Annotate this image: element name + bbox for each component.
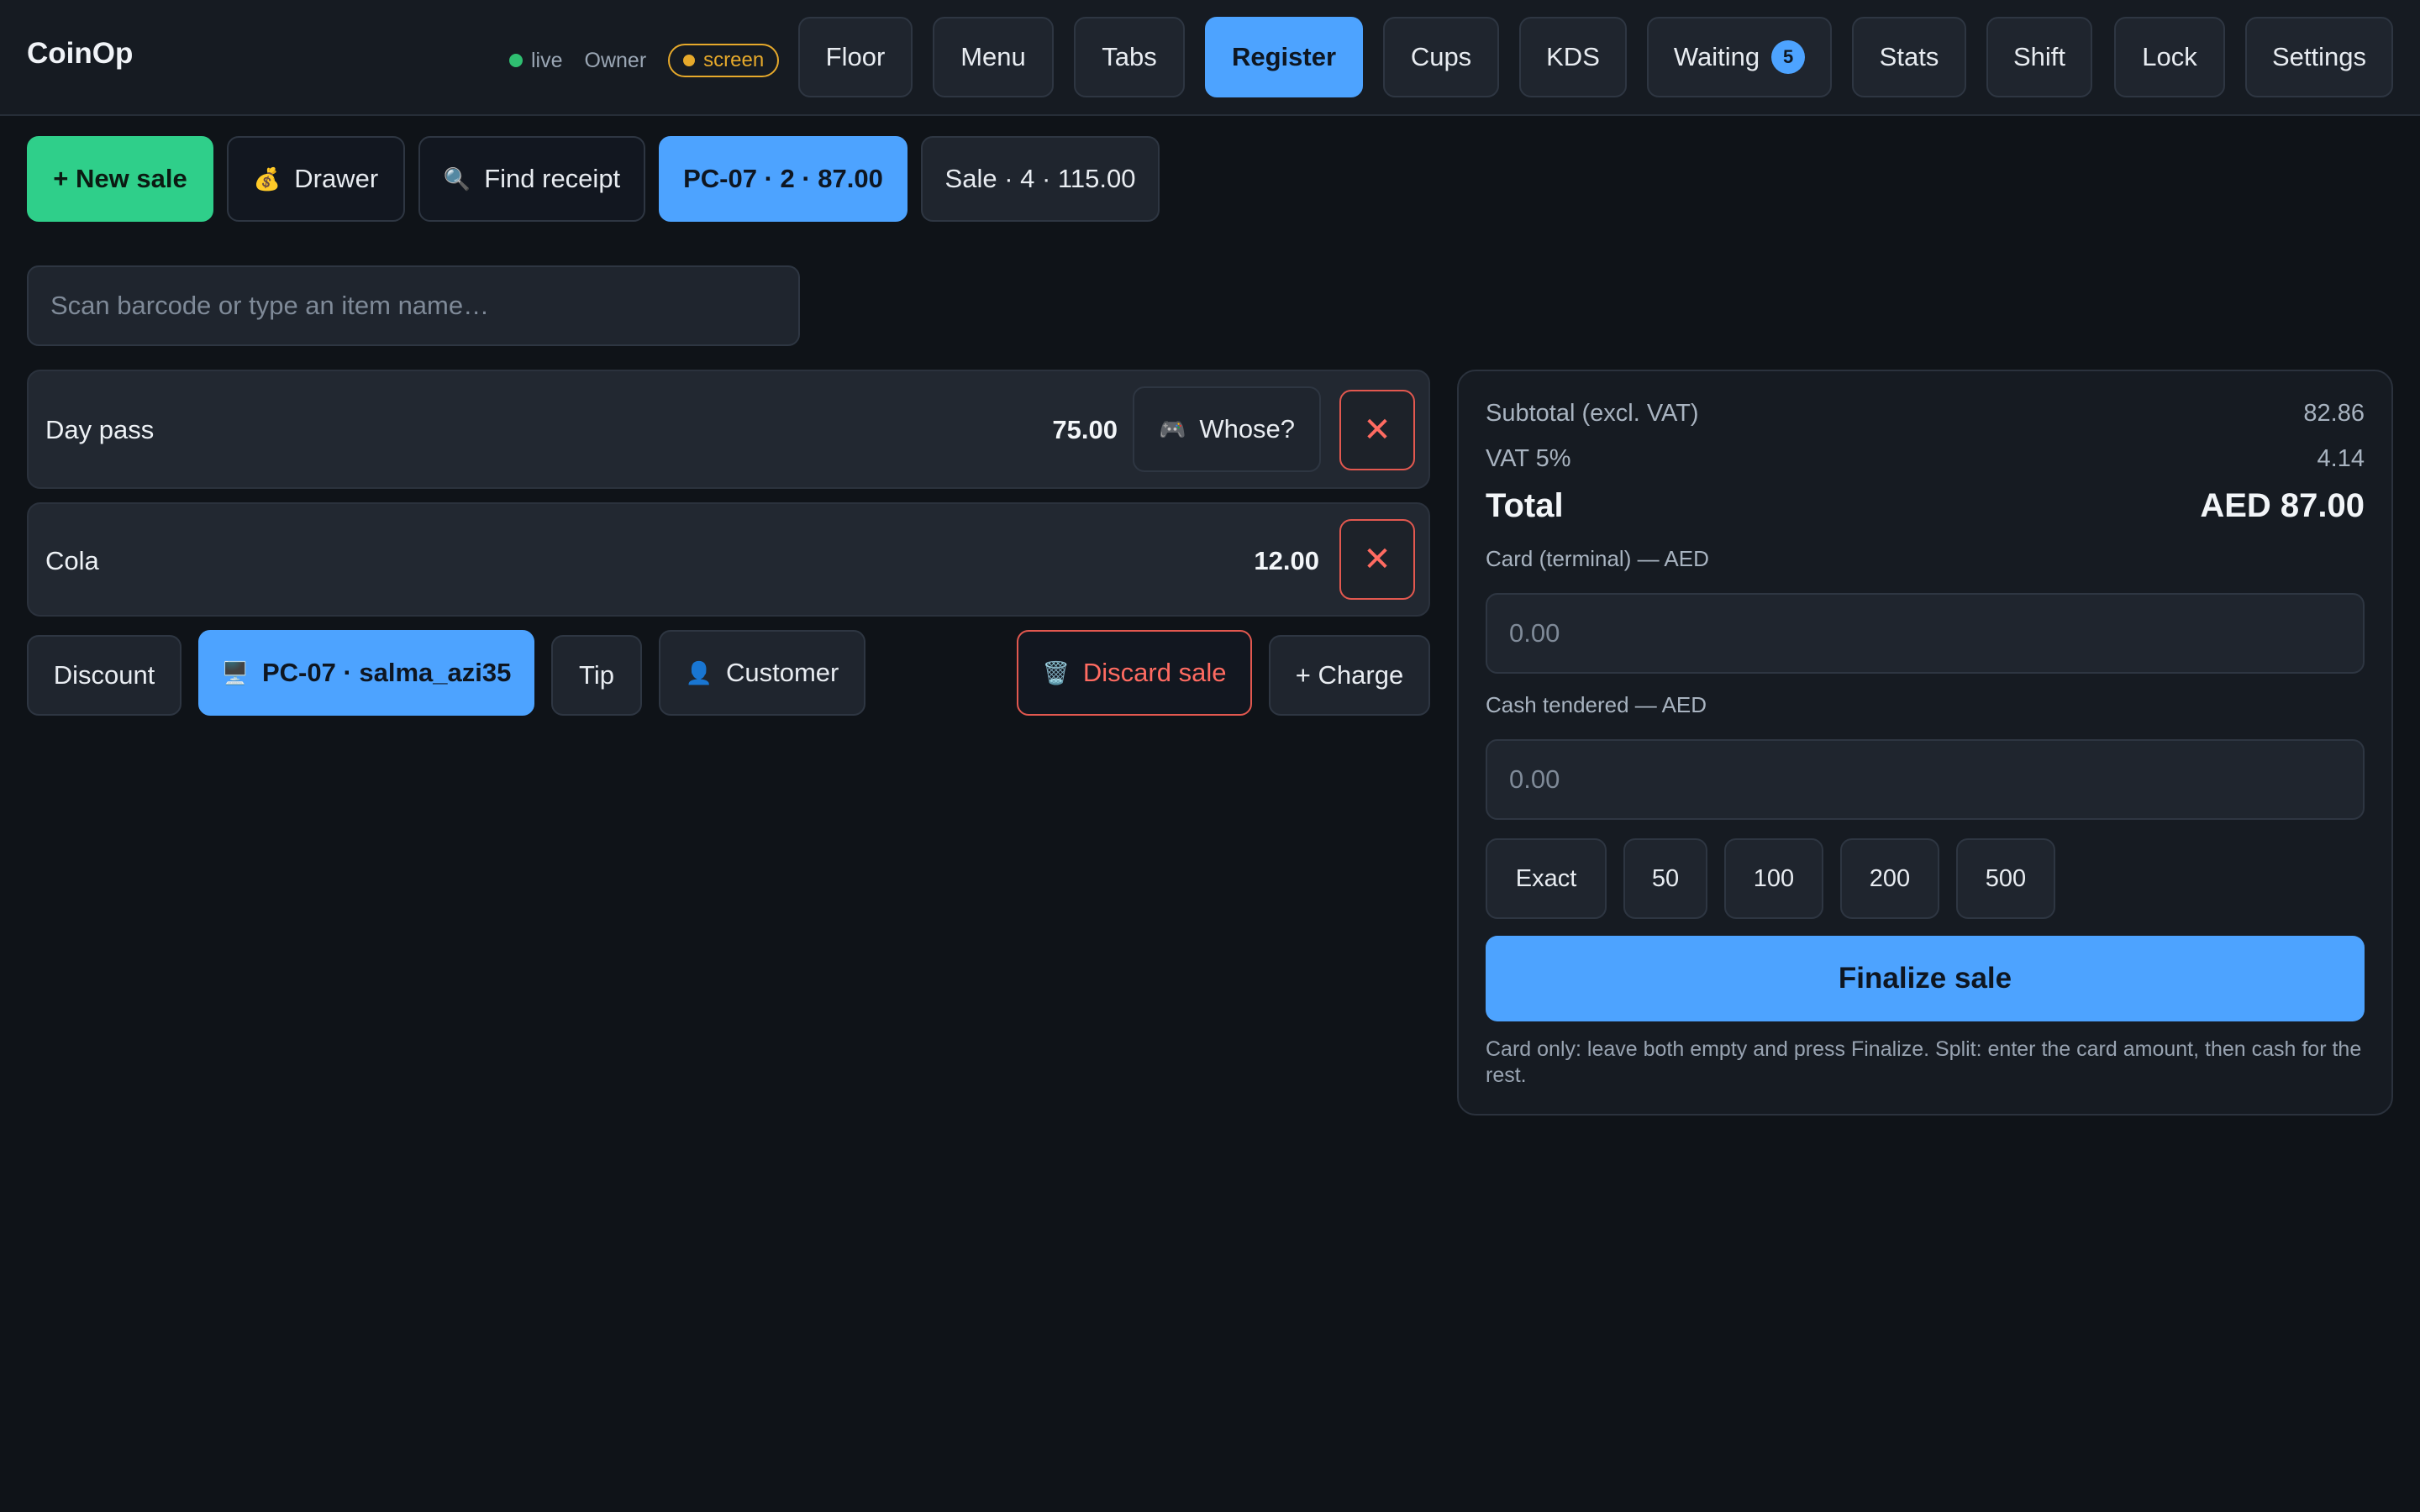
cart-item-name: Cola [45, 546, 99, 575]
drawer-label: Drawer [294, 164, 379, 193]
card-amount-label: Card (terminal) — AED [1486, 546, 1709, 571]
cart-item-price: 12.00 [1254, 546, 1319, 575]
tab-menu[interactable]: Menu [933, 17, 1054, 97]
find-receipt-label: Find receipt [484, 164, 621, 193]
close-icon: ✕ [1363, 412, 1392, 449]
magnifier-icon: 🔍 [443, 165, 471, 192]
tab-tabs[interactable]: Tabs [1074, 17, 1185, 97]
station-label: PC-07 · salma_azi35 [261, 658, 512, 687]
cash-tendered-input[interactable] [1486, 739, 2365, 820]
payment-hint: Card only: leave both empty and press Fi… [1486, 1037, 2362, 1087]
tab-floor[interactable]: Floor [798, 17, 913, 97]
waiting-count-badge: 5 [1771, 40, 1806, 74]
subtotal-label: Subtotal (excl. VAT) [1486, 400, 1699, 427]
customer-label: Customer [726, 658, 839, 687]
quick-cash-200-button[interactable]: 200 [1840, 838, 1939, 919]
cash-tendered-label: Cash tendered — AED [1486, 692, 1707, 717]
card-amount-input[interactable] [1486, 593, 2365, 674]
discard-sale-button[interactable]: 🗑️ Discard sale [1017, 630, 1252, 716]
tab-waiting[interactable]: Waiting 5 [1647, 17, 1832, 97]
quick-cash-50-button[interactable]: 50 [1623, 838, 1707, 919]
total-row: Total AED 87.00 [1486, 487, 2365, 525]
discard-sale-label: Discard sale [1082, 658, 1227, 687]
discount-button[interactable]: Discount [27, 635, 182, 716]
cart-item-row: Day pass 75.00 🎮 Whose? ✕ [27, 370, 1430, 489]
top-bar: CoinOp live Owner screen Floor Menu Tabs… [0, 0, 2420, 116]
brand-logo: CoinOp [27, 37, 134, 70]
gamepad-icon: 🎮 [1158, 416, 1186, 442]
remove-item-button[interactable]: ✕ [1339, 519, 1415, 600]
station-assign-button[interactable]: 🖥️ PC-07 · salma_azi35 [198, 630, 534, 716]
subtotal-value: 82.86 [2303, 400, 2365, 427]
tip-button[interactable]: Tip [551, 635, 642, 716]
payment-panel: Subtotal (excl. VAT) 82.86 VAT 5% 4.14 T… [1457, 370, 2393, 1116]
trash-icon: 🗑️ [1042, 659, 1070, 685]
tab-register[interactable]: Register [1205, 17, 1363, 97]
assign-player-label: Whose? [1199, 414, 1296, 444]
remove-item-button[interactable]: ✕ [1339, 390, 1415, 470]
live-label: live [531, 48, 563, 72]
sale-tab-sale4[interactable]: Sale · 4 · 115.00 [921, 136, 1160, 222]
live-status-dot-icon [509, 54, 523, 67]
add-charge-button[interactable]: + Charge [1269, 635, 1430, 716]
quick-cash-100-button[interactable]: 100 [1724, 838, 1823, 919]
person-icon: 👤 [685, 659, 713, 685]
tab-cups[interactable]: Cups [1383, 17, 1499, 97]
screen-status-dot-icon [683, 55, 696, 66]
search-input[interactable] [27, 265, 800, 346]
tab-settings[interactable]: Settings [2245, 17, 2393, 97]
close-icon: ✕ [1363, 541, 1392, 578]
quick-cash-500-button[interactable]: 500 [1956, 838, 2055, 919]
drawer-button[interactable]: 💰 Drawer [227, 136, 405, 222]
vat-label: VAT 5% [1486, 445, 1571, 472]
sale-tab-pc07[interactable]: PC-07 · 2 · 87.00 [659, 136, 908, 222]
tab-shift[interactable]: Shift [1986, 17, 2092, 97]
role-label: Owner [584, 48, 647, 72]
tab-stats[interactable]: Stats [1852, 17, 1966, 97]
subtotal-row: Subtotal (excl. VAT) 82.86 [1486, 400, 2365, 428]
total-value: AED 87.00 [2200, 487, 2365, 524]
new-sale-button[interactable]: + New sale [27, 136, 213, 222]
screen-mode-badge[interactable]: screen [668, 44, 780, 77]
connection-status: live Owner screen [509, 44, 780, 77]
vat-value: 4.14 [2317, 445, 2365, 472]
customer-button[interactable]: 👤 Customer [659, 630, 865, 716]
money-bag-icon: 💰 [253, 165, 281, 192]
cart-item-row: Cola 12.00 ✕ [27, 502, 1430, 617]
monitor-icon: 🖥️ [221, 659, 249, 685]
assign-player-button[interactable]: 🎮 Whose? [1133, 386, 1321, 472]
cart-item-price: 75.00 [1052, 415, 1118, 444]
find-receipt-button[interactable]: 🔍 Find receipt [418, 136, 645, 222]
screen-mode-label: screen [703, 49, 765, 71]
vat-row: VAT 5% 4.14 [1486, 445, 2365, 473]
finalize-sale-button[interactable]: Finalize sale [1486, 936, 2365, 1021]
total-label: Total [1486, 487, 1564, 524]
tab-lock[interactable]: Lock [2114, 17, 2225, 97]
cart-item-name: Day pass [45, 415, 155, 444]
quick-cash-exact-button[interactable]: Exact [1486, 838, 1607, 919]
tab-kds[interactable]: KDS [1519, 17, 1627, 97]
tab-waiting-label: Waiting [1673, 42, 1760, 71]
